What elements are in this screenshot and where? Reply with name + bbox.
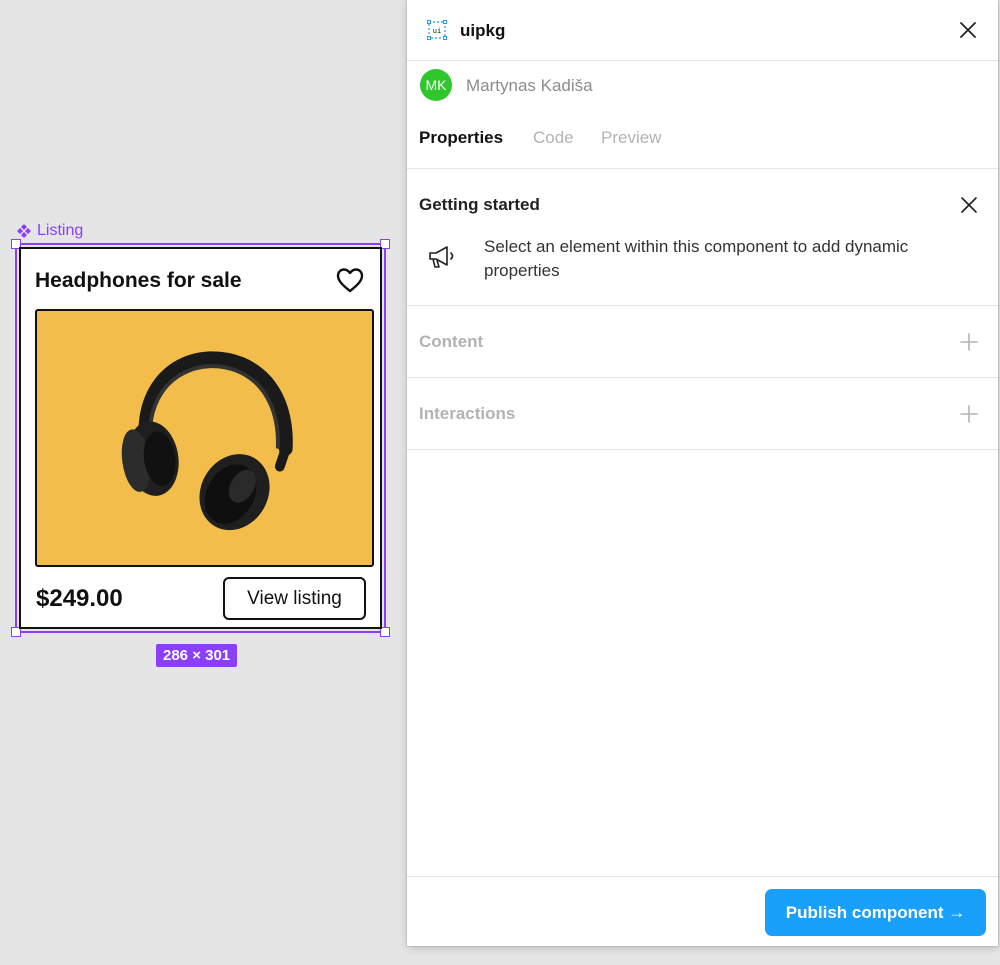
panel-header: ui uipkg bbox=[407, 0, 998, 61]
avatar: MK bbox=[420, 69, 452, 101]
product-image bbox=[35, 309, 374, 567]
publish-component-button[interactable]: Publish component → bbox=[765, 889, 986, 936]
svg-text:ui: ui bbox=[433, 27, 441, 35]
tab-properties[interactable]: Properties bbox=[419, 128, 503, 148]
getting-started-section: Getting started Select an element within… bbox=[407, 169, 998, 306]
dimensions-badge: 286 × 301 bbox=[156, 644, 238, 667]
price: $249.00 bbox=[36, 585, 123, 612]
getting-started-title: Getting started bbox=[419, 195, 540, 214]
getting-started-message: Select an element within this component … bbox=[484, 237, 909, 280]
headphones-icon bbox=[121, 351, 293, 531]
user-name: Martynas Kadiša bbox=[466, 76, 593, 95]
selection-frame[interactable]: Headphones for sale $249.00 View listing bbox=[11, 239, 390, 637]
plus-icon[interactable] bbox=[960, 333, 978, 351]
tab-code[interactable]: Code bbox=[533, 128, 574, 148]
component-name-label[interactable]: Listing bbox=[16, 222, 83, 240]
close-icon[interactable] bbox=[958, 20, 978, 40]
content-section-label: Content bbox=[419, 332, 484, 351]
user-row: MK Martynas Kadiša bbox=[407, 61, 998, 108]
megaphone-icon bbox=[429, 246, 454, 268]
uipkg-logo-icon: ui bbox=[427, 20, 447, 40]
plus-icon[interactable] bbox=[960, 405, 978, 423]
plugin-panel: ui uipkg MK Martynas Kadiša Properties C… bbox=[407, 0, 998, 946]
view-listing-button[interactable]: View listing bbox=[223, 577, 366, 620]
dismiss-icon[interactable] bbox=[960, 196, 978, 214]
panel-footer: Publish component → bbox=[407, 876, 998, 946]
tab-bar: Properties Code Preview bbox=[407, 108, 998, 169]
tab-preview[interactable]: Preview bbox=[601, 128, 661, 148]
component-icon bbox=[17, 224, 31, 238]
listing-card[interactable]: Headphones for sale $249.00 View listing bbox=[19, 247, 382, 629]
interactions-section[interactable]: Interactions bbox=[407, 378, 998, 450]
heart-icon[interactable] bbox=[336, 267, 364, 293]
content-section[interactable]: Content bbox=[407, 306, 998, 378]
component-name: Listing bbox=[37, 222, 84, 239]
interactions-section-label: Interactions bbox=[419, 404, 516, 423]
app-name: uipkg bbox=[460, 21, 506, 40]
card-title: Headphones for sale bbox=[35, 269, 242, 292]
